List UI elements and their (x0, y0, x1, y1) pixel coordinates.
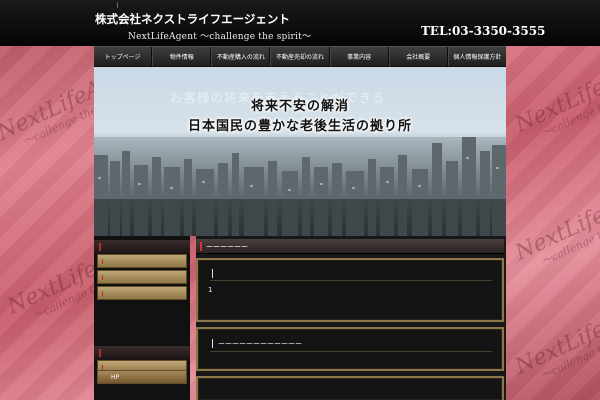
watermark-right-top: NextLifeAgent 〜callenge the spirit〜 (511, 46, 600, 141)
red-marker-icon (99, 349, 101, 357)
red-marker-icon (200, 242, 202, 251)
bullet-icon (102, 275, 103, 280)
panel-divider (210, 280, 492, 281)
panel-divider (210, 351, 492, 352)
panel-title: ーーーーーーーーーーーー (218, 340, 302, 348)
content-panel-2: ーーーーーーーーーーーー (196, 327, 504, 371)
content-panel-1: 1 (196, 258, 504, 322)
nav-item-properties[interactable]: 物件情報 (152, 47, 212, 66)
bullet-icon (102, 259, 103, 264)
content-panel-3 (196, 376, 504, 400)
sidebar-item-hp[interactable]: HP (97, 370, 187, 384)
nav-item-business[interactable]: 事業内容 (329, 47, 389, 66)
nav-item-sale-flow[interactable]: 不動産売却の流れ (270, 47, 330, 66)
red-marker-icon (99, 243, 101, 251)
section-title: ーーーーーー (206, 243, 248, 251)
site-header: 株式会社ネクストライフエージェント NextLifeAgent 〜challen… (0, 0, 600, 46)
sidebar-item-1[interactable] (97, 254, 187, 268)
sidebar-header (94, 240, 190, 254)
panel-marker-icon (212, 339, 213, 348)
nav-item-privacy[interactable]: 個人情報保護方針 (447, 47, 506, 66)
nav-item-top[interactable]: トップページ (94, 47, 153, 66)
hero-headline: 将来不安の解消 (250, 99, 349, 114)
watermark-right-bottom: NextLifeAgent 〜callenge the spirit〜 (511, 288, 600, 383)
panel-text: 1 (208, 286, 213, 294)
bullet-icon (102, 291, 103, 296)
sidebar-item-label: HP (111, 373, 120, 381)
header-divider (117, 2, 118, 8)
cityscape-image (94, 137, 506, 236)
sidebar: HP (94, 236, 190, 400)
watermark-right-mid: NextLifeAgent 〜callenge the spirit〜 (511, 174, 600, 269)
tagline: NextLifeAgent 〜challenge the spirit〜 (128, 32, 312, 42)
nav-item-company[interactable]: 会社概要 (388, 47, 448, 66)
main-nav: トップページ 物件情報 不動産購入の流れ 不動産売却の流れ 事業内容 会社概要 … (94, 46, 506, 67)
company-name[interactable]: 株式会社ネクストライフエージェント (95, 11, 290, 27)
section-header: ーーーーーー (196, 239, 504, 254)
phone-number: TEL:03-3350-3555 (421, 24, 546, 38)
sidebar-header-2 (94, 346, 190, 360)
hero-banner: お客様の将来を支えることができる 将来不安の解消 日本国民の豊かな老後生活の拠り… (94, 67, 506, 236)
sidebar-item-2[interactable] (97, 270, 187, 284)
sidebar-item-3[interactable] (97, 286, 187, 300)
hero-subheadline: 日本国民の豊かな老後生活の拠り所 (187, 119, 412, 134)
panel-marker-icon (212, 269, 213, 278)
nav-item-purchase-flow[interactable]: 不動産購入の流れ (211, 47, 271, 66)
main-content: ーーーーーー 1 ーーーーーーーーーーーー (196, 236, 506, 400)
